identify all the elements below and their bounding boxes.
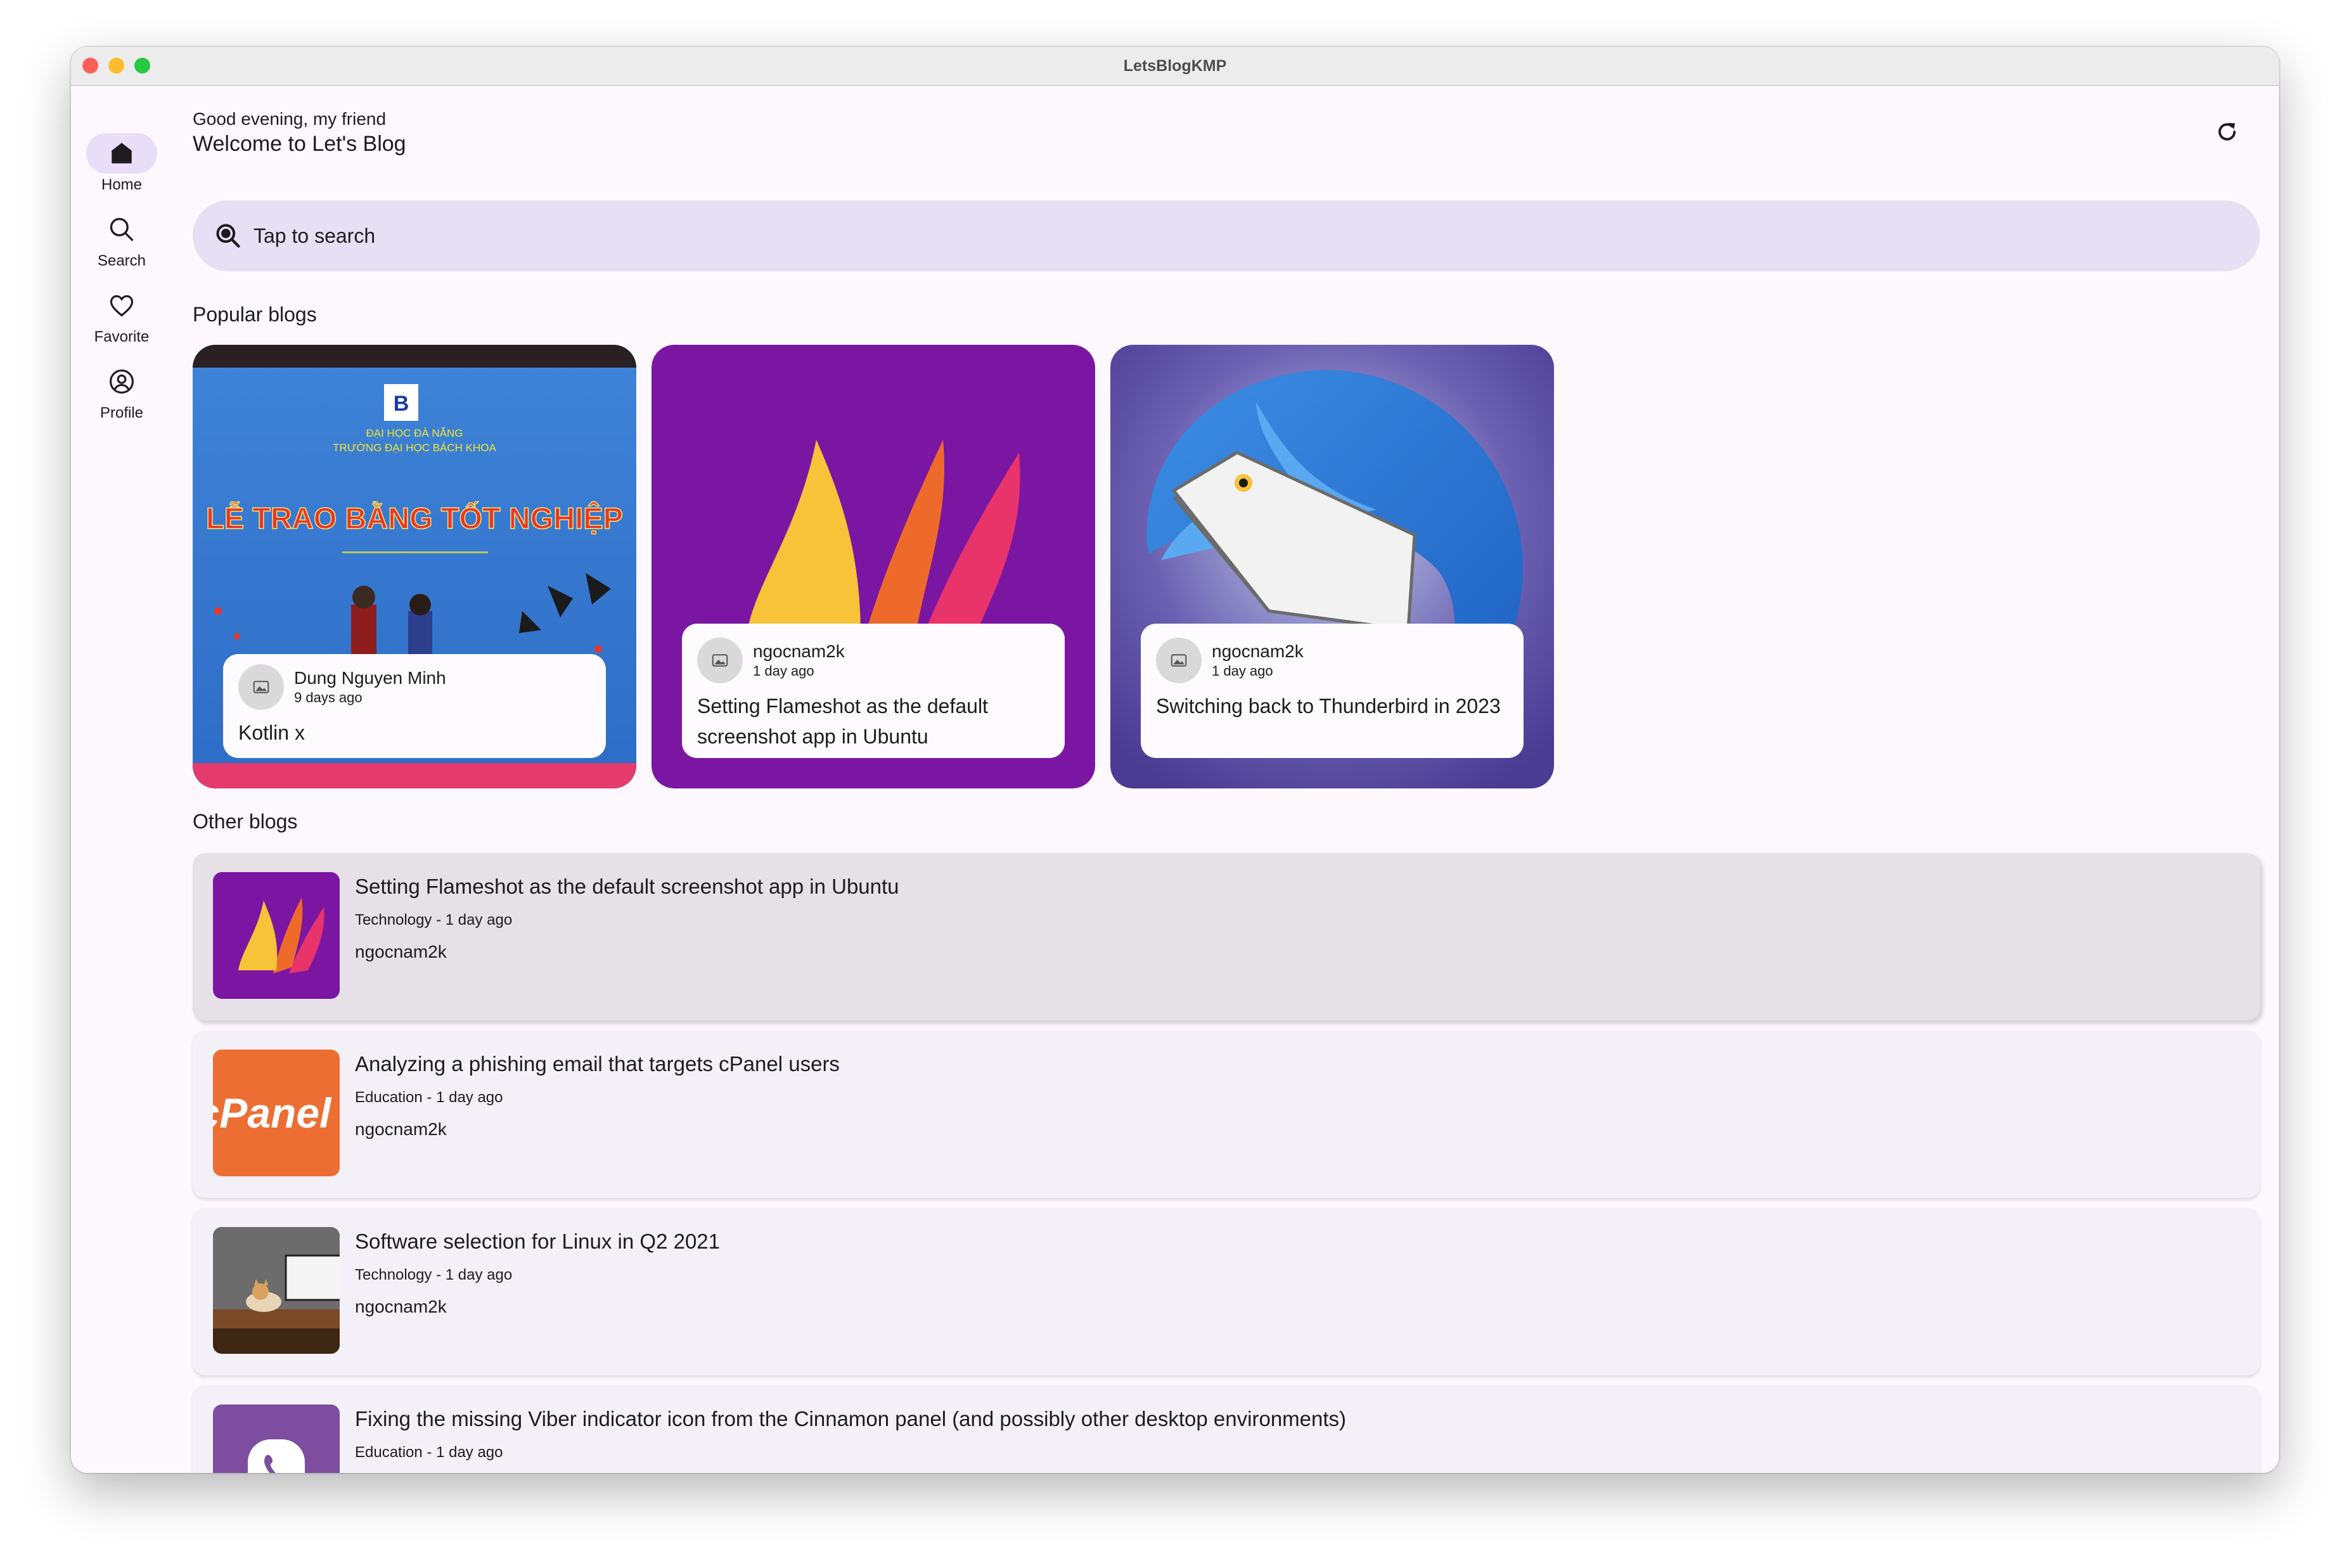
other-blogs-heading: Other blogs bbox=[193, 810, 298, 833]
blog-thumbnail bbox=[213, 1227, 340, 1354]
window-controls bbox=[82, 58, 150, 74]
search-placeholder: Tap to search bbox=[254, 224, 376, 247]
blog-title: Software selection for Linux in Q2 2021 bbox=[355, 1230, 721, 1253]
refresh-icon bbox=[2218, 122, 2236, 141]
card-info-overlay: Dung Nguyen Minh 9 days ago Kotlin x bbox=[223, 654, 606, 758]
card-time: 1 day ago bbox=[1212, 663, 1273, 679]
card-info-overlay: ngocnam2k 1 day ago Switching back to Th… bbox=[1141, 624, 1524, 758]
author-avatar bbox=[1156, 638, 1202, 683]
popular-blog-card[interactable]: ngocnam2k 1 day ago Setting Flameshot as… bbox=[652, 345, 1095, 788]
blog-thumbnail bbox=[213, 1404, 340, 1473]
viber-thumbnail-image bbox=[248, 1439, 305, 1473]
cpanel-logo-text: cPanel bbox=[213, 1089, 331, 1136]
card-info-overlay: ngocnam2k 1 day ago Setting Flameshot as… bbox=[682, 624, 1065, 758]
banner-subtitle-2: TRƯỜNG ĐẠI HỌC BÁCH KHOA bbox=[333, 442, 496, 454]
nav-item-home[interactable]: Home bbox=[71, 133, 172, 194]
minimize-window-button[interactable] bbox=[108, 58, 124, 74]
nav-label-search: Search bbox=[97, 252, 146, 269]
refresh-button[interactable] bbox=[2213, 118, 2241, 146]
blog-thumbnail bbox=[213, 872, 340, 999]
image-placeholder-icon bbox=[1171, 654, 1187, 667]
card-author-row: Dung Nguyen Minh 9 days ago bbox=[238, 664, 591, 710]
card-author: Dung Nguyen Minh bbox=[294, 668, 446, 688]
card-author-row: ngocnam2k 1 day ago bbox=[697, 638, 1050, 683]
nav-label-home: Home bbox=[101, 176, 143, 193]
search-icon-container bbox=[86, 209, 157, 250]
blog-thumbnail: cPanel bbox=[213, 1050, 340, 1176]
blog-author: ngocnam2k bbox=[355, 942, 447, 961]
popular-blog-card[interactable]: ngocnam2k 1 day ago Switching back to Th… bbox=[1110, 345, 1554, 788]
card-title: Switching back to Thunderbird in 2023 bbox=[1156, 695, 1501, 717]
app-window: LetsBlogKMP Home Search Favorite Profile… bbox=[71, 47, 2279, 1473]
card-author-row: ngocnam2k 1 day ago bbox=[1156, 638, 1508, 683]
navigation-rail: Home Search Favorite Profile bbox=[71, 85, 172, 1473]
blog-list-item[interactable]: Fixing the missing Viber indicator icon … bbox=[193, 1385, 2260, 1473]
blog-author: ngocnam2k bbox=[355, 1119, 447, 1139]
window-title: LetsBlogKMP bbox=[1123, 56, 1227, 75]
image-placeholder-icon bbox=[712, 654, 728, 667]
card-author: ngocnam2k bbox=[1212, 641, 1304, 661]
image-placeholder-icon bbox=[253, 681, 269, 693]
cat-laptop-thumbnail-image bbox=[213, 1227, 340, 1354]
nav-label-profile: Profile bbox=[100, 404, 144, 421]
card-author: ngocnam2k bbox=[753, 641, 845, 661]
card-time: 1 day ago bbox=[753, 663, 814, 679]
banner-subtitle-1: ĐẠI HỌC ĐÀ NẴNG bbox=[366, 427, 463, 439]
profile-icon-container bbox=[86, 361, 157, 402]
heart-icon-container bbox=[86, 285, 157, 326]
nav-item-profile[interactable]: Profile bbox=[71, 361, 172, 422]
nav-item-search[interactable]: Search bbox=[71, 209, 172, 270]
blog-category-time: Education - 1 day ago bbox=[355, 1089, 503, 1106]
blog-category-time: Technology - 1 day ago bbox=[355, 911, 513, 929]
popular-blogs-heading: Popular blogs bbox=[193, 303, 317, 326]
blog-title: Setting Flameshot as the default screens… bbox=[355, 875, 899, 898]
heart-icon bbox=[110, 295, 134, 317]
author-avatar bbox=[238, 664, 284, 710]
search-bar[interactable]: Tap to search bbox=[193, 200, 2260, 271]
svg-text:B: B bbox=[394, 392, 409, 416]
card-title: Kotlin x bbox=[238, 721, 305, 744]
nav-item-favorite[interactable]: Favorite bbox=[71, 285, 172, 346]
welcome-title: Welcome to Let's Blog bbox=[193, 132, 406, 156]
nav-label-favorite: Favorite bbox=[94, 328, 150, 345]
blog-title: Fixing the missing Viber indicator icon … bbox=[355, 1407, 1347, 1430]
home-icon bbox=[112, 143, 132, 164]
popular-blog-card[interactable]: B ĐẠI HỌC ĐÀ NẴNG TRƯỜNG ĐẠI HỌC BÁCH KH… bbox=[193, 345, 636, 788]
blog-category-time: Technology - 1 day ago bbox=[355, 1266, 513, 1283]
card-title: Setting Flameshot as the default screens… bbox=[697, 695, 988, 748]
blog-list-item[interactable]: Software selection for Linux in Q2 2021 … bbox=[193, 1208, 2260, 1375]
search-icon bbox=[110, 217, 134, 241]
flameshot-thumbnail-image bbox=[238, 897, 324, 974]
blog-list-item[interactable]: cPanel Analyzing a phishing email that t… bbox=[193, 1031, 2260, 1198]
title-bar: LetsBlogKMP bbox=[71, 47, 2279, 86]
card-time: 9 days ago bbox=[294, 690, 363, 705]
blog-category-time: Education - 1 day ago bbox=[355, 1444, 503, 1461]
greeting-text: Good evening, my friend bbox=[193, 109, 387, 129]
search-icon bbox=[216, 224, 240, 248]
banner-headline: LỄ TRAO BẰNG TỐT NGHIỆP bbox=[206, 501, 623, 535]
close-window-button[interactable] bbox=[82, 58, 98, 74]
profile-icon bbox=[110, 370, 134, 394]
blog-title: Analyzing a phishing email that targets … bbox=[355, 1052, 840, 1076]
author-avatar bbox=[697, 638, 743, 683]
zoom-window-button[interactable] bbox=[134, 58, 150, 74]
home-icon-container bbox=[86, 133, 157, 174]
blog-author: ngocnam2k bbox=[355, 1297, 447, 1316]
blog-list-item[interactable]: Setting Flameshot as the default screens… bbox=[193, 853, 2260, 1020]
